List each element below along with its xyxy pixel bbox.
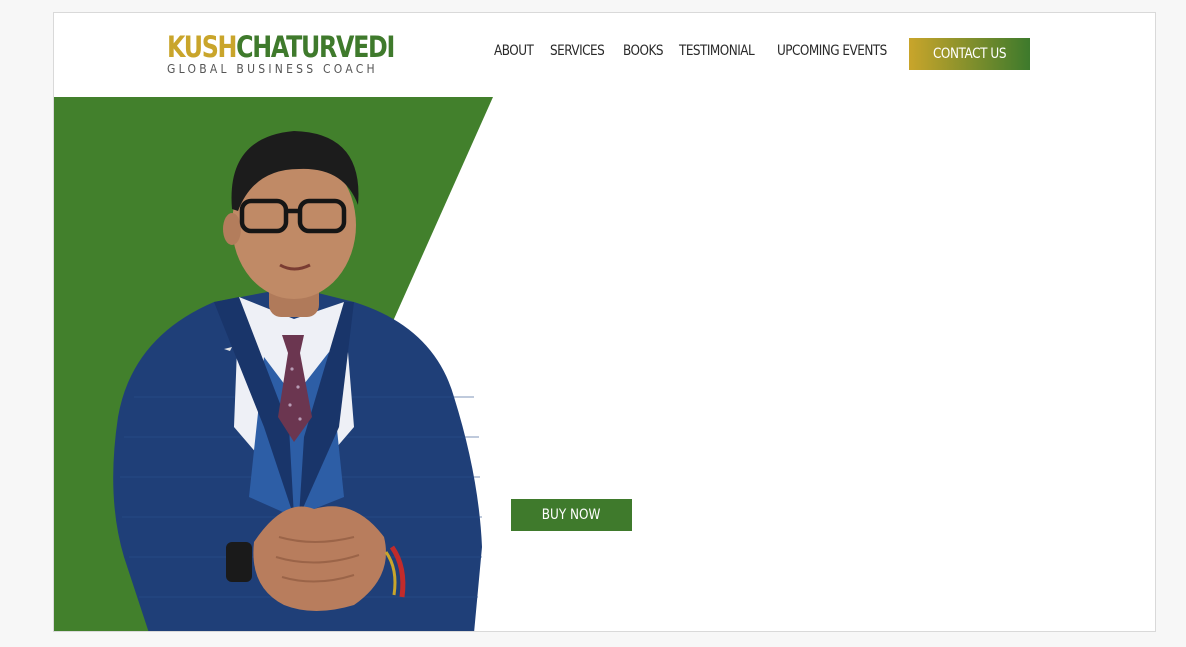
buy-now-button[interactable]: BUY NOW bbox=[511, 499, 632, 531]
brand-logo[interactable]: KUSHCHATURVEDI GLOBAL BUSINESS COACH bbox=[167, 30, 395, 76]
nav-item-books[interactable]: BOOKS bbox=[623, 43, 663, 59]
brand-tagline: GLOBAL BUSINESS COACH bbox=[167, 62, 378, 76]
nav-item-services[interactable]: SERVICES bbox=[550, 43, 605, 59]
nav-item-about[interactable]: ABOUT bbox=[494, 43, 534, 59]
brand-name: KUSHCHATURVEDI bbox=[167, 30, 395, 64]
main-nav: ABOUT SERVICES BOOKS TESTIMONIAL UPCOMIN… bbox=[494, 43, 898, 59]
portrait-photo bbox=[113, 131, 482, 631]
brand-last-name: CHATURVEDI bbox=[236, 30, 395, 64]
nav-item-upcoming-events[interactable]: UPCOMING EVENTS bbox=[777, 43, 887, 59]
page-frame: KUSHCHATURVEDI GLOBAL BUSINESS COACH ABO… bbox=[53, 12, 1156, 632]
contact-us-label: CONTACT US bbox=[932, 46, 1007, 62]
nav-item-testimonial[interactable]: TESTIMONIAL bbox=[679, 43, 755, 59]
brand-first-name: KUSH bbox=[167, 30, 237, 64]
contact-us-button[interactable]: CONTACT US bbox=[909, 38, 1030, 70]
buy-now-label: BUY NOW bbox=[542, 507, 601, 523]
